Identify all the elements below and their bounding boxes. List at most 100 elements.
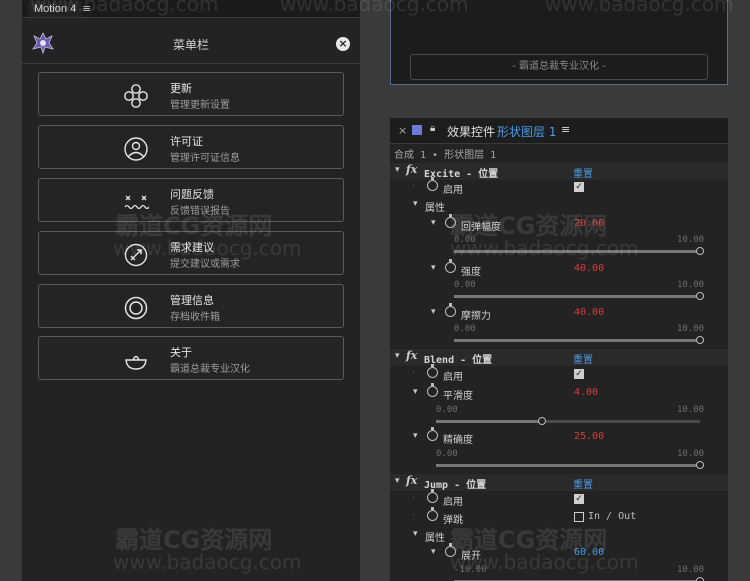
slider-knob[interactable]	[696, 577, 704, 581]
stopwatch-icon[interactable]	[427, 364, 438, 378]
property-value[interactable]: 4.00	[574, 387, 598, 398]
chevron-down-icon[interactable]: ▾	[431, 218, 436, 228]
chevron-down-icon[interactable]: ▾	[395, 165, 400, 175]
effect-row-jump[interactable]: ▾ fx Jump - 位置 重置	[390, 474, 728, 491]
menu-item-archive[interactable]: 管理信息 存档收件箱	[38, 284, 344, 328]
property-value[interactable]: 20.00	[574, 218, 604, 229]
slider-knob[interactable]	[696, 247, 704, 255]
chevron-down-icon[interactable]: ▾	[431, 307, 436, 317]
stopwatch-icon[interactable]	[427, 177, 438, 191]
slider-track[interactable]	[436, 417, 700, 425]
slider-knob[interactable]	[537, 417, 546, 425]
slider-fill	[454, 250, 700, 253]
slider-knob[interactable]	[696, 461, 704, 469]
property-label: 属性	[425, 203, 445, 214]
slider-track[interactable]	[454, 336, 704, 344]
slider-knob[interactable]	[696, 292, 704, 300]
effect-name: Excite - 位置	[424, 169, 499, 180]
slider-fill	[454, 339, 700, 342]
bounce-checkbox[interactable]	[574, 512, 584, 522]
reset-button[interactable]: 重置	[573, 476, 593, 491]
feedback-icon	[124, 195, 149, 210]
fx-icon[interactable]: fx	[406, 163, 417, 176]
menu-item-license[interactable]: 许可证 管理许可证信息	[38, 125, 344, 169]
chevron-down-icon[interactable]: ▾	[431, 547, 436, 557]
menu-item-suggestion[interactable]: 需求建议 提交建议或需求	[38, 231, 344, 275]
chevron-down-icon[interactable]: ▾	[395, 476, 400, 486]
suggestion-icon	[124, 243, 148, 267]
property-label: 展开	[461, 551, 481, 562]
chevron-down-icon[interactable]: ▾	[413, 199, 418, 209]
stopwatch-icon[interactable]	[427, 383, 438, 397]
slider-track[interactable]	[454, 292, 704, 300]
chevron-down-icon[interactable]: ▾	[413, 529, 418, 539]
breadcrumb: 合成 1 • 形状图层 1	[394, 150, 497, 161]
property-value[interactable]: 40.00	[574, 307, 604, 318]
slider-max: 10.00	[677, 235, 705, 245]
reset-button[interactable]: 重置	[573, 351, 593, 366]
fx-icon[interactable]: fx	[406, 349, 417, 362]
enable-checkbox[interactable]: ✓	[574, 182, 584, 192]
menu-item-update[interactable]: 更新 管理更新设置	[38, 72, 344, 116]
effect-row-blend[interactable]: ▾ fx Blend - 位置 重置	[390, 349, 728, 366]
chevron-down-icon[interactable]: ▾	[413, 431, 418, 441]
stopwatch-icon[interactable]	[445, 214, 456, 228]
property-label: 平滑度	[443, 391, 473, 402]
menu-item-subtitle: 霸道总裁专业汉化	[170, 364, 250, 375]
effect-controls-tab-bar: × 🔒︎ 效果控件 形状图层 1 ≡	[390, 118, 728, 144]
property-label: 回弹幅度	[461, 222, 501, 233]
chevron-down-icon[interactable]: ▾	[395, 351, 400, 361]
stopwatch-icon[interactable]	[445, 259, 456, 273]
property-group-attributes[interactable]: ▾ 属性	[390, 197, 728, 214]
chevron-down-icon[interactable]: ▾	[431, 263, 436, 273]
menu-item-about[interactable]: 关于 霸道总裁专业汉化	[38, 336, 344, 380]
property-value[interactable]: 60.00	[574, 547, 604, 558]
bounce-option-label: In / Out	[588, 511, 637, 522]
effect-controls-panel: × 🔒︎ 效果控件 形状图层 1 ≡ 合成 1 • 形状图层 1 ▾ fx Ex…	[390, 118, 728, 581]
slider-min: -10.00	[454, 565, 487, 575]
slider-knob[interactable]	[696, 336, 704, 344]
reset-button[interactable]: 重置	[573, 165, 593, 180]
property-group-attributes[interactable]: ▾ 属性	[390, 527, 728, 544]
slider-fill	[436, 420, 542, 423]
stopwatch-icon[interactable]	[445, 543, 456, 557]
lock-icon[interactable]: 🔒︎	[430, 123, 435, 134]
effect-name: Blend - 位置	[424, 355, 493, 366]
stopwatch-icon[interactable]	[427, 507, 438, 521]
slider-min: 0.00	[436, 449, 458, 459]
property-row-param: ▾ 回弹幅度 20.00	[390, 214, 728, 233]
property-row-enable: · 启用 ✓	[412, 177, 584, 196]
menu-item-title: 问题反馈	[170, 188, 214, 201]
property-label: 弹跳	[443, 515, 463, 526]
chevron-down-icon[interactable]: ▾	[413, 387, 418, 397]
stopwatch-icon[interactable]	[427, 489, 438, 503]
close-icon[interactable]: ×	[336, 37, 350, 51]
tab-motion4[interactable]: Motion 4	[28, 1, 83, 17]
license-icon	[124, 137, 148, 161]
enable-checkbox[interactable]: ✓	[574, 369, 584, 379]
hamburger-icon[interactable]: ≡	[82, 1, 91, 17]
property-value[interactable]: 40.00	[574, 263, 604, 274]
slider-track[interactable]	[436, 461, 704, 469]
slider-fill	[454, 295, 700, 298]
stopwatch-icon[interactable]	[427, 427, 438, 441]
menu-item-subtitle: 管理更新设置	[170, 100, 230, 111]
slider-min: 0.00	[454, 235, 476, 245]
enable-checkbox[interactable]: ✓	[574, 494, 584, 504]
property-value[interactable]: 25.00	[574, 431, 604, 442]
layer-name-dropdown[interactable]: 形状图层 1	[497, 123, 556, 140]
panel-menu-icon[interactable]: ≡	[561, 123, 570, 136]
property-slider[interactable]: -10.00 10.00	[390, 565, 728, 581]
panel-title: 效果控件	[447, 125, 496, 139]
property-label: 属性	[425, 533, 445, 544]
stopwatch-icon[interactable]	[445, 303, 456, 317]
slider-track[interactable]	[454, 247, 704, 255]
property-row-param: ▾ 精确度 25.00	[390, 427, 728, 446]
property-label: 启用	[443, 372, 463, 383]
effect-row-excite[interactable]: ▾ fx Excite - 位置 重置	[390, 163, 728, 180]
menu-item-feedback[interactable]: 问题反馈 反馈错误报告	[38, 178, 344, 222]
credit-footer: - 霸道总裁专业汉化 -	[410, 54, 708, 80]
close-icon[interactable]: ×	[398, 124, 407, 137]
fx-icon[interactable]: fx	[406, 474, 417, 487]
menu-item-title: 更新	[170, 82, 192, 95]
